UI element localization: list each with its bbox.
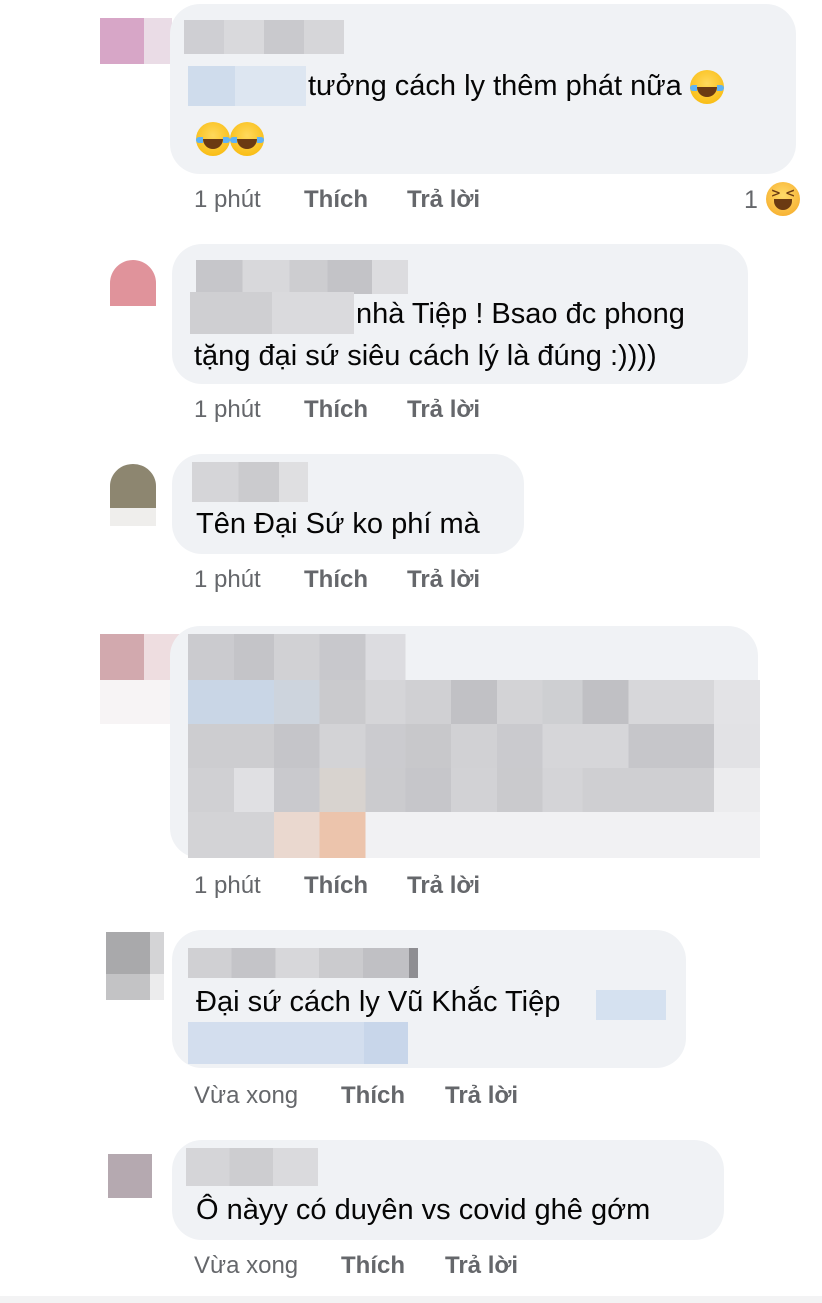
comment-text-line2: tặng đại sứ siêu cách lý là đúng :)))) xyxy=(194,340,657,372)
tears-of-joy-icon xyxy=(230,122,264,157)
timestamp[interactable]: 1 phút xyxy=(194,872,261,900)
like-button[interactable]: Thích xyxy=(304,872,368,900)
comment-actions: 1 phút Thích Trả lời xyxy=(194,872,594,902)
comment-emoji-line xyxy=(196,118,264,158)
reply-button[interactable]: Trả lời xyxy=(445,1252,518,1280)
comment-text: Đại sứ cách ly Vũ Khắc Tiệp xyxy=(196,986,561,1018)
reply-button[interactable]: Trả lời xyxy=(445,1082,518,1110)
reply-button[interactable]: Trả lời xyxy=(407,396,480,424)
comment-actions: Vừa xong Thích Trả lời xyxy=(194,1082,594,1112)
blurred-comment-content xyxy=(188,634,760,858)
timestamp[interactable]: 1 phút xyxy=(194,396,261,424)
comment-actions: 1 phút Thích Trả lời xyxy=(194,186,754,216)
reply-button[interactable]: Trả lời xyxy=(407,566,480,594)
blurred-author-name[interactable] xyxy=(192,462,308,502)
avatar[interactable] xyxy=(108,1154,154,1200)
tears-of-joy-icon xyxy=(689,70,724,105)
comment-text: Ô nàyy có duyên vs covid ghê gớm xyxy=(196,1194,651,1226)
reaction-count[interactable]: 1 xyxy=(744,186,758,215)
reply-button[interactable]: Trả lời xyxy=(407,186,480,214)
blurred-author-name[interactable] xyxy=(196,260,408,294)
haha-reaction-icon[interactable] xyxy=(766,182,800,216)
timestamp[interactable]: Vừa xong xyxy=(194,1252,298,1280)
blurred-author-name[interactable] xyxy=(186,1148,318,1186)
avatar[interactable] xyxy=(100,18,172,64)
comment-text: Tên Đại Sứ ko phí mà xyxy=(196,508,480,540)
avatar[interactable] xyxy=(110,464,156,526)
blurred-mention[interactable] xyxy=(188,66,306,106)
reply-button[interactable]: Trả lời xyxy=(407,872,480,900)
avatar[interactable] xyxy=(110,260,156,306)
comment-actions: 1 phút Thích Trả lời xyxy=(194,396,594,426)
blurred-author-name[interactable] xyxy=(184,20,344,54)
like-button[interactable]: Thích xyxy=(304,396,368,424)
like-button[interactable]: Thích xyxy=(341,1082,405,1110)
like-button[interactable]: Thích xyxy=(304,566,368,594)
like-button[interactable]: Thích xyxy=(341,1252,405,1280)
comment-text: tưởng cách ly thêm phát nữa xyxy=(308,66,724,106)
timestamp[interactable]: Vừa xong xyxy=(194,1082,298,1110)
blurred-author-name[interactable] xyxy=(188,948,418,978)
like-button[interactable]: Thích xyxy=(304,186,368,214)
comment-actions: Vừa xong Thích Trả lời xyxy=(194,1252,594,1282)
timestamp[interactable]: 1 phút xyxy=(194,186,261,214)
tears-of-joy-icon xyxy=(196,122,230,157)
bottom-divider xyxy=(0,1296,822,1303)
timestamp[interactable]: 1 phút xyxy=(194,566,261,594)
blurred-mention[interactable] xyxy=(596,990,666,1020)
blurred-mention-line2[interactable] xyxy=(188,1022,408,1064)
comment-actions: 1 phút Thích Trả lời xyxy=(194,566,594,596)
avatar[interactable] xyxy=(106,932,164,1000)
blurred-mention[interactable] xyxy=(190,292,354,334)
comment-text: nhà Tiệp ! Bsao đc phong xyxy=(356,298,685,330)
